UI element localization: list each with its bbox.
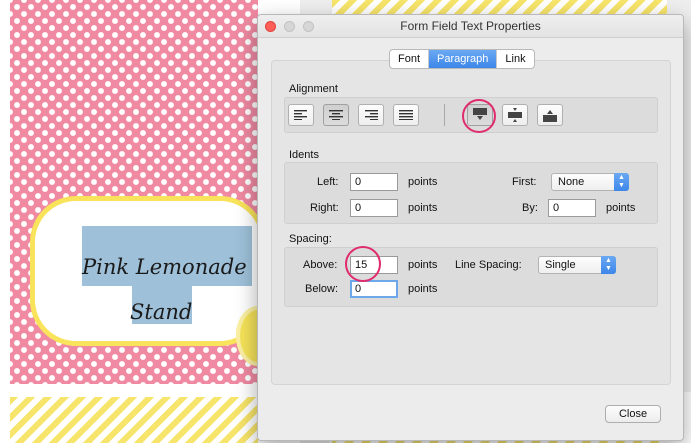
by-field[interactable]: [548, 199, 596, 217]
below-unit: points: [408, 283, 438, 295]
below-label: Below:: [305, 283, 339, 295]
tab-paragraph[interactable]: Paragraph: [429, 50, 498, 68]
first-indent-value: None: [558, 176, 585, 188]
align-bottom-icon: [543, 110, 557, 122]
align-right-icon: [365, 110, 378, 120]
by-unit: points: [606, 202, 636, 214]
spacing-group: Above: points Line Spacing: Single ▲▼ Be…: [284, 247, 658, 307]
left-indent-label: Left:: [317, 176, 339, 188]
left-indent-field[interactable]: [350, 173, 398, 191]
line-spacing-popup[interactable]: Single ▲ ▼: [538, 256, 616, 274]
separator: [444, 104, 445, 126]
paragraph-panel: Alignment Idents Left: 0 points First: N…: [271, 60, 671, 385]
right-indent-label: Right:: [310, 202, 339, 214]
justify-button[interactable]: [393, 104, 419, 126]
right-indent-field[interactable]: [350, 199, 398, 217]
align-center-button[interactable]: [323, 104, 349, 126]
align-right-button[interactable]: [358, 104, 384, 126]
chevron-updown-icon: ▲ ▼: [601, 256, 616, 274]
dialog-title: Form Field Text Properties: [400, 19, 541, 33]
align-left-button[interactable]: [288, 104, 314, 126]
label-text-line1[interactable]: Pink Lemonade: [82, 255, 247, 279]
below-field[interactable]: [350, 280, 398, 298]
indents-group: Left: points First: None ▲▼ Right: point…: [284, 162, 658, 224]
above-unit: points: [408, 259, 438, 271]
line-spacing-label: Line Spacing:: [455, 259, 522, 271]
line-spacing-value: Single: [545, 259, 576, 271]
right-indent-unit: points: [408, 202, 438, 214]
justify-icon: [399, 110, 413, 120]
alignment-label: Alignment: [289, 83, 338, 95]
above-label: Above:: [303, 259, 338, 271]
chevron-updown-icon: ▲ ▼: [614, 173, 629, 191]
yellow-chevron-pattern: [10, 397, 258, 443]
form-field-text-properties-dialog: Form Field Text Properties Alignment Ide…: [257, 14, 684, 441]
highlight-circle-annotation: [462, 99, 496, 133]
spacing-label: Spacing:: [289, 233, 332, 245]
align-center-icon: [329, 110, 343, 120]
indents-label: Idents: [289, 149, 319, 161]
align-bottom-button[interactable]: [537, 104, 563, 126]
left-indent-unit: points: [408, 176, 438, 188]
label-text-line2[interactable]: Stand: [130, 300, 192, 324]
tab-bar: Font Paragraph Link: [389, 49, 535, 69]
title-bar: Form Field Text Properties: [258, 15, 683, 38]
align-left-icon: [294, 110, 307, 120]
highlight-circle-annotation: [345, 246, 381, 282]
first-indent-label: First:: [512, 176, 537, 188]
tab-font[interactable]: Font: [390, 50, 430, 68]
close-button[interactable]: Close: [605, 405, 661, 423]
align-middle-button[interactable]: [502, 104, 528, 126]
tab-link[interactable]: Link: [497, 50, 533, 68]
first-indent-popup[interactable]: None ▲ ▼: [551, 173, 629, 191]
align-middle-icon: [508, 108, 522, 122]
by-label: By:: [522, 202, 538, 214]
